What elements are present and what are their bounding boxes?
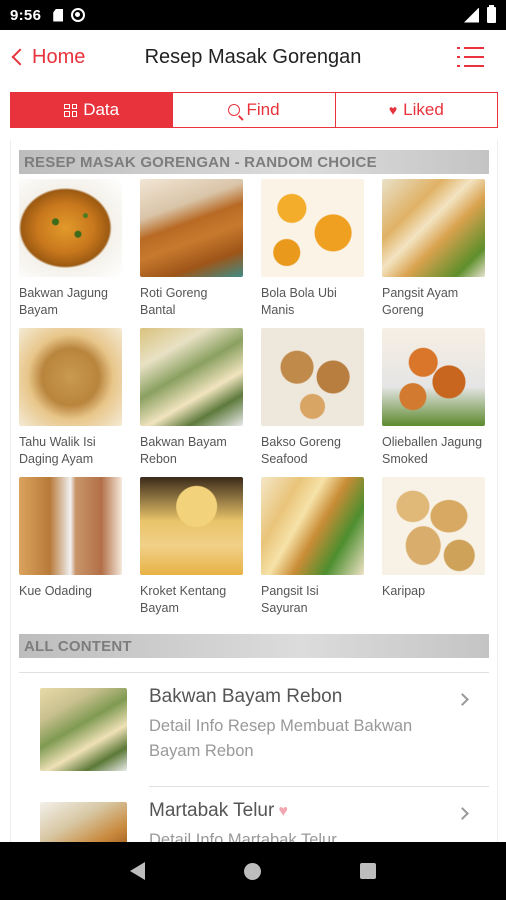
tab-bar: Data Find ♥ Liked	[10, 92, 498, 128]
app-header: Home Resep Masak Gorengan	[0, 30, 506, 84]
food-thumbnail	[19, 179, 122, 277]
tab-liked[interactable]: ♥ Liked	[334, 93, 497, 127]
food-thumbnail	[140, 328, 243, 426]
content-area[interactable]: RESEP MASAK GORENGAN - RANDOM CHOICE Bak…	[10, 140, 498, 842]
food-grid-item[interactable]: Roti Goreng Bantal	[140, 179, 243, 328]
food-name: Olieballen Jagung Smoked	[382, 435, 483, 466]
random-section-header: RESEP MASAK GORENGAN - RANDOM CHOICE	[19, 150, 489, 174]
food-grid-item[interactable]: Bakso Goreng Seafood	[261, 328, 364, 477]
content-description: Detail Info Resep Membuat Bakwan Bayam R…	[149, 717, 413, 760]
food-name: Bakso Goreng Seafood	[261, 435, 341, 466]
food-grid-item[interactable]: Pangsit Isi Sayuran	[261, 477, 364, 626]
food-grid-item[interactable]: Pangsit Ayam Goreng	[382, 179, 485, 328]
all-content-header: ALL CONTENT	[19, 634, 489, 658]
content-description: Detail Info Martabak Telur	[149, 831, 337, 842]
content-title: Bakwan Bayam Rebon	[149, 686, 343, 707]
food-grid-item[interactable]: Bakwan Bayam Rebon	[140, 328, 243, 477]
food-name: Bola Bola Ubi Manis	[261, 286, 337, 317]
tab-find[interactable]: Find	[172, 93, 335, 127]
food-grid-item[interactable]: Tahu Walik Isi Daging Ayam	[19, 328, 122, 477]
food-grid-item[interactable]: Bola Bola Ubi Manis	[261, 179, 364, 328]
tab-data-label: Data	[83, 100, 120, 119]
food-thumbnail	[19, 328, 122, 426]
content-thumbnail	[40, 802, 127, 842]
search-icon	[228, 104, 241, 116]
food-thumbnail	[382, 328, 485, 426]
nav-back-icon[interactable]	[129, 862, 145, 880]
chevron-left-icon	[11, 48, 29, 66]
food-thumbnail	[19, 477, 122, 575]
tab-data[interactable]: Data	[11, 93, 173, 127]
signal-icon	[464, 7, 479, 23]
food-name: Pangsit Ayam Goreng	[382, 286, 459, 317]
food-name: Tahu Walik Isi Daging Ayam	[19, 435, 96, 466]
grid-icon	[64, 103, 78, 117]
food-thumbnail	[382, 477, 485, 575]
food-name: Pangsit Isi Sayuran	[261, 584, 319, 615]
heart-icon: ♥	[388, 102, 398, 118]
all-content-list: Bakwan Bayam Rebon Detail Info Resep Memb…	[11, 672, 497, 842]
liked-heart-icon: ♥	[278, 803, 288, 820]
tab-liked-label: Liked	[403, 100, 444, 119]
content-title: Martabak Telur	[149, 800, 275, 821]
food-name: Kue Odading	[19, 584, 92, 598]
back-label: Home	[32, 45, 86, 68]
tab-find-label: Find	[246, 100, 280, 119]
sync-icon	[71, 8, 86, 22]
system-nav-bar	[0, 842, 506, 900]
nav-recent-apps-icon[interactable]	[360, 863, 377, 879]
food-grid-item[interactable]: Kue Odading	[19, 477, 122, 626]
food-name: Karipap	[382, 584, 426, 598]
home-back-button[interactable]: Home	[0, 46, 85, 69]
food-grid-item[interactable]: Kroket Kentang Bayam	[140, 477, 243, 626]
food-name: Bakwan Jagung Bayam	[19, 286, 108, 317]
food-thumbnail	[382, 179, 485, 277]
food-thumbnail	[140, 179, 243, 277]
food-thumbnail	[261, 477, 364, 575]
content-list-item[interactable]: Bakwan Bayam Rebon Detail Info Resep Memb…	[19, 673, 489, 787]
food-grid-item[interactable]: Bakwan Jagung Bayam	[19, 179, 122, 328]
list-menu-button[interactable]	[457, 47, 484, 67]
food-name: Bakwan Bayam Rebon	[140, 435, 227, 466]
nav-home-icon[interactable]	[243, 862, 261, 880]
battery-icon	[487, 5, 496, 23]
food-grid-item[interactable]: Olieballen Jagung Smoked	[382, 328, 485, 477]
food-name: Kroket Kentang Bayam	[140, 584, 227, 615]
food-thumbnail	[140, 477, 243, 575]
content-thumbnail	[40, 688, 127, 771]
content-list-item[interactable]: Martabak Telur ♥ Detail Info Martabak Telu…	[19, 787, 489, 842]
food-name: Roti Goreng Bantal	[140, 286, 208, 317]
food-thumbnail	[261, 328, 364, 426]
food-grid-item[interactable]: Karipap	[382, 477, 485, 626]
food-thumbnail	[261, 179, 364, 277]
sd-card-icon	[53, 8, 64, 22]
status-time: 9:56	[10, 6, 42, 24]
random-food-grid: Bakwan Jagung Bayam Roti Goreng Bantal Bol…	[11, 174, 497, 626]
status-bar: 9:56	[0, 0, 506, 30]
